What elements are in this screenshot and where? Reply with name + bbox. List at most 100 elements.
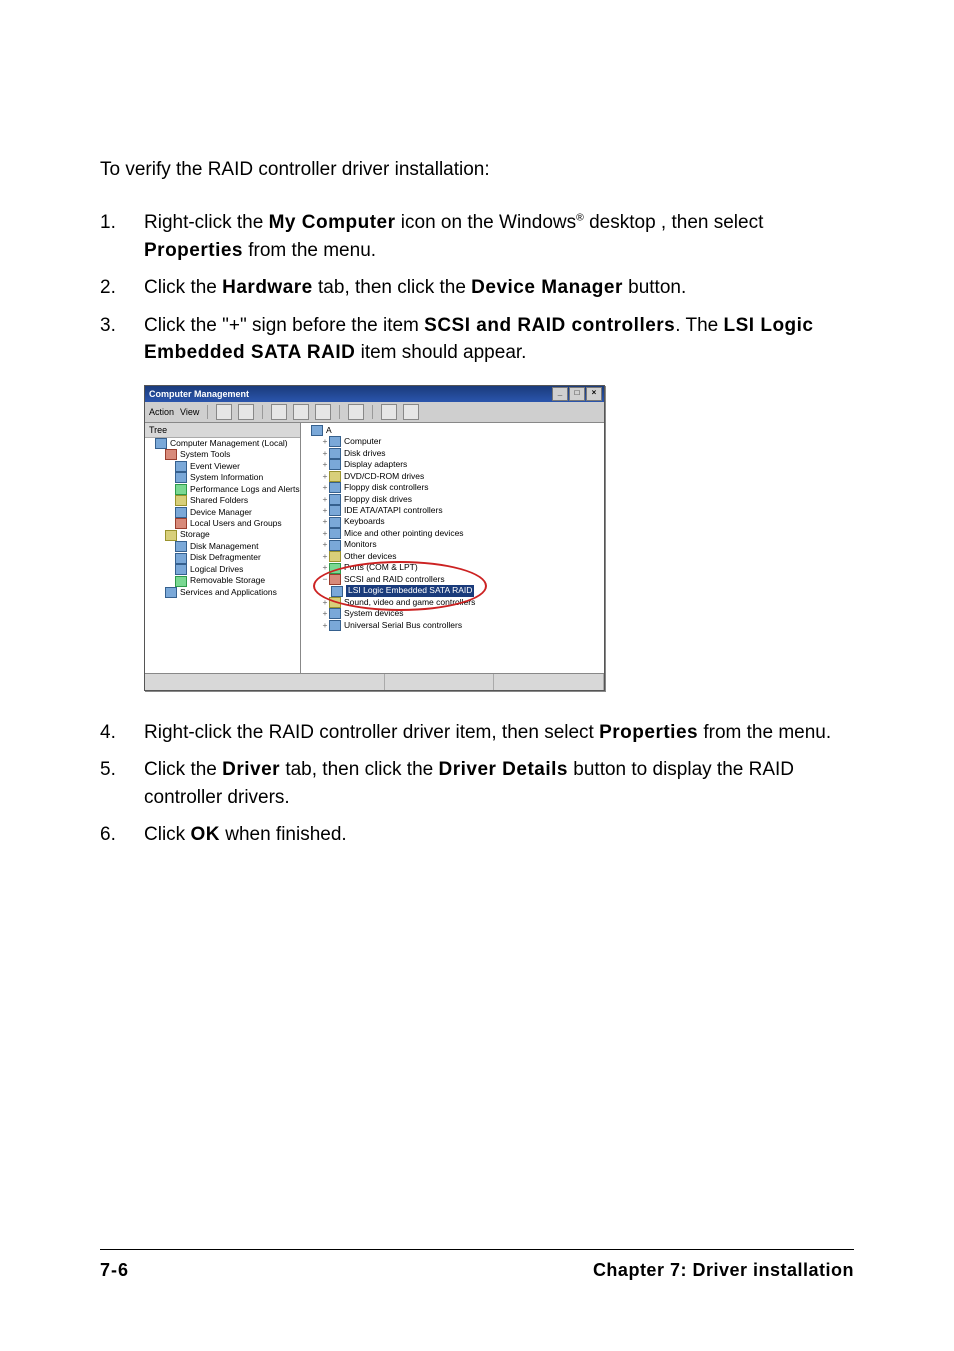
toolbar-icon[interactable] <box>348 404 364 420</box>
expand-icon[interactable]: + <box>321 516 329 527</box>
text: item should appear. <box>355 342 526 363</box>
menu-view[interactable]: View <box>180 407 199 417</box>
device-item[interactable]: Disk drives <box>344 448 386 458</box>
expand-icon[interactable]: + <box>321 539 329 550</box>
status-bar <box>145 673 604 690</box>
toolbar-icon[interactable] <box>271 404 287 420</box>
toolbar-icon[interactable] <box>216 404 232 420</box>
tree-item[interactable]: Event Viewer <box>190 461 240 471</box>
expand-icon[interactable]: + <box>321 528 329 539</box>
expand-icon[interactable]: + <box>321 562 329 573</box>
device-item[interactable]: Sound, video and game controllers <box>344 597 475 607</box>
text: desktop , then select <box>584 212 764 233</box>
tree-icon <box>155 438 167 449</box>
toolbar-icon[interactable] <box>293 404 309 420</box>
maximize-button[interactable]: □ <box>569 387 585 401</box>
step-body: Click the Hardware tab, then click the D… <box>144 274 854 302</box>
tree-icon <box>175 518 187 529</box>
expand-icon[interactable]: + <box>321 551 329 562</box>
text: tab, then click the <box>280 759 438 780</box>
expand-icon[interactable]: + <box>321 459 329 470</box>
tree-item[interactable]: Device Manager <box>190 507 252 517</box>
tree-item[interactable]: Logical Drives <box>190 564 243 574</box>
management-tree[interactable]: Computer Management (Local) System Tools… <box>145 438 300 599</box>
expand-icon[interactable]: + <box>321 471 329 482</box>
bold-term: Properties <box>144 240 243 261</box>
toolbar-icon[interactable] <box>403 404 419 420</box>
expand-icon[interactable]: + <box>321 436 329 447</box>
tree-item[interactable]: Computer Management (Local) <box>170 438 288 448</box>
device-icon <box>329 620 341 631</box>
text: Right-click the <box>144 212 269 233</box>
text: when finished. <box>220 824 347 845</box>
device-item[interactable]: Mice and other pointing devices <box>344 528 464 538</box>
device-item[interactable]: Universal Serial Bus controllers <box>344 620 462 630</box>
device-item[interactable]: Computer <box>344 436 381 446</box>
minimize-button[interactable]: _ <box>552 387 568 401</box>
page-footer: 7-6 Chapter 7: Driver installation <box>100 1249 854 1281</box>
device-item[interactable]: System devices <box>344 608 404 618</box>
tree-icon <box>165 449 177 460</box>
right-pane: A + Computer + Disk drives + Display adapte… <box>301 423 604 673</box>
tree-item[interactable]: Services and Applications <box>180 587 277 597</box>
steps-list: 1. Right-click the My Computer icon on t… <box>100 209 854 367</box>
steps-list-continued: 4. Right-click the RAID controller drive… <box>100 719 854 849</box>
text: . The <box>675 315 723 336</box>
close-button[interactable]: × <box>586 387 602 401</box>
device-icon <box>329 494 341 505</box>
step-number: 6. <box>100 821 144 849</box>
left-pane: Tree Computer Management (Local) System … <box>145 423 301 673</box>
tree-item[interactable]: Shared Folders <box>190 495 248 505</box>
toolbar-separator <box>262 405 263 419</box>
tree-item[interactable]: System Information <box>190 472 263 482</box>
step-number: 1. <box>100 209 144 264</box>
expand-icon[interactable]: + <box>321 608 329 619</box>
device-item[interactable]: IDE ATA/ATAPI controllers <box>344 505 443 515</box>
device-item[interactable]: Floppy disk controllers <box>344 482 429 492</box>
tree-root[interactable]: A <box>326 425 332 435</box>
text: Click the "+" sign before the item <box>144 315 424 336</box>
device-item[interactable]: Other devices <box>344 551 396 561</box>
window-title: Computer Management <box>149 389 249 399</box>
device-item[interactable]: Ports (COM & LPT) <box>344 562 418 572</box>
expand-icon[interactable]: + <box>321 448 329 459</box>
device-item[interactable]: DVD/CD-ROM drives <box>344 471 424 481</box>
tree-item[interactable]: Disk Defragmenter <box>190 552 261 562</box>
toolbar-icon[interactable] <box>238 404 254 420</box>
text: from the menu. <box>698 722 831 743</box>
device-tree[interactable]: A + Computer + Disk drives + Display adapte… <box>301 425 604 631</box>
expand-icon[interactable]: − <box>321 574 329 585</box>
device-item-selected[interactable]: LSI Logic Embedded SATA RAID <box>346 585 474 596</box>
device-icon <box>329 528 341 539</box>
tree-item[interactable]: Disk Management <box>190 541 259 551</box>
toolbar-icon[interactable] <box>315 404 331 420</box>
expand-icon[interactable]: + <box>321 505 329 516</box>
tree-icon <box>175 553 187 564</box>
text: Click the <box>144 277 222 298</box>
tree-item[interactable]: Performance Logs and Alerts <box>190 484 300 494</box>
status-cell <box>385 674 495 690</box>
tree-item[interactable]: Storage <box>180 529 210 539</box>
device-item[interactable]: Display adapters <box>344 459 407 469</box>
tree-icon <box>175 507 187 518</box>
device-item[interactable]: Keyboards <box>344 516 385 526</box>
device-icon <box>329 471 341 482</box>
device-item[interactable]: SCSI and RAID controllers <box>344 574 445 584</box>
tree-item[interactable]: Local Users and Groups <box>190 518 282 528</box>
tree-tab[interactable]: Tree <box>145 423 300 438</box>
expand-icon[interactable]: + <box>321 597 329 608</box>
expand-icon[interactable]: + <box>321 482 329 493</box>
bold-term: Driver <box>222 759 280 780</box>
chapter-title: Chapter 7: Driver installation <box>593 1260 854 1281</box>
expand-icon[interactable]: + <box>321 494 329 505</box>
device-icon <box>329 563 341 574</box>
tree-item[interactable]: Removable Storage <box>190 575 265 585</box>
device-item[interactable]: Floppy disk drives <box>344 494 412 504</box>
menu-action[interactable]: Action <box>149 407 174 417</box>
text: icon on the Windows <box>396 212 577 233</box>
text: Click <box>144 824 190 845</box>
tree-item[interactable]: System Tools <box>180 449 230 459</box>
device-item[interactable]: Monitors <box>344 539 377 549</box>
toolbar-icon[interactable] <box>381 404 397 420</box>
expand-icon[interactable]: + <box>321 620 329 631</box>
